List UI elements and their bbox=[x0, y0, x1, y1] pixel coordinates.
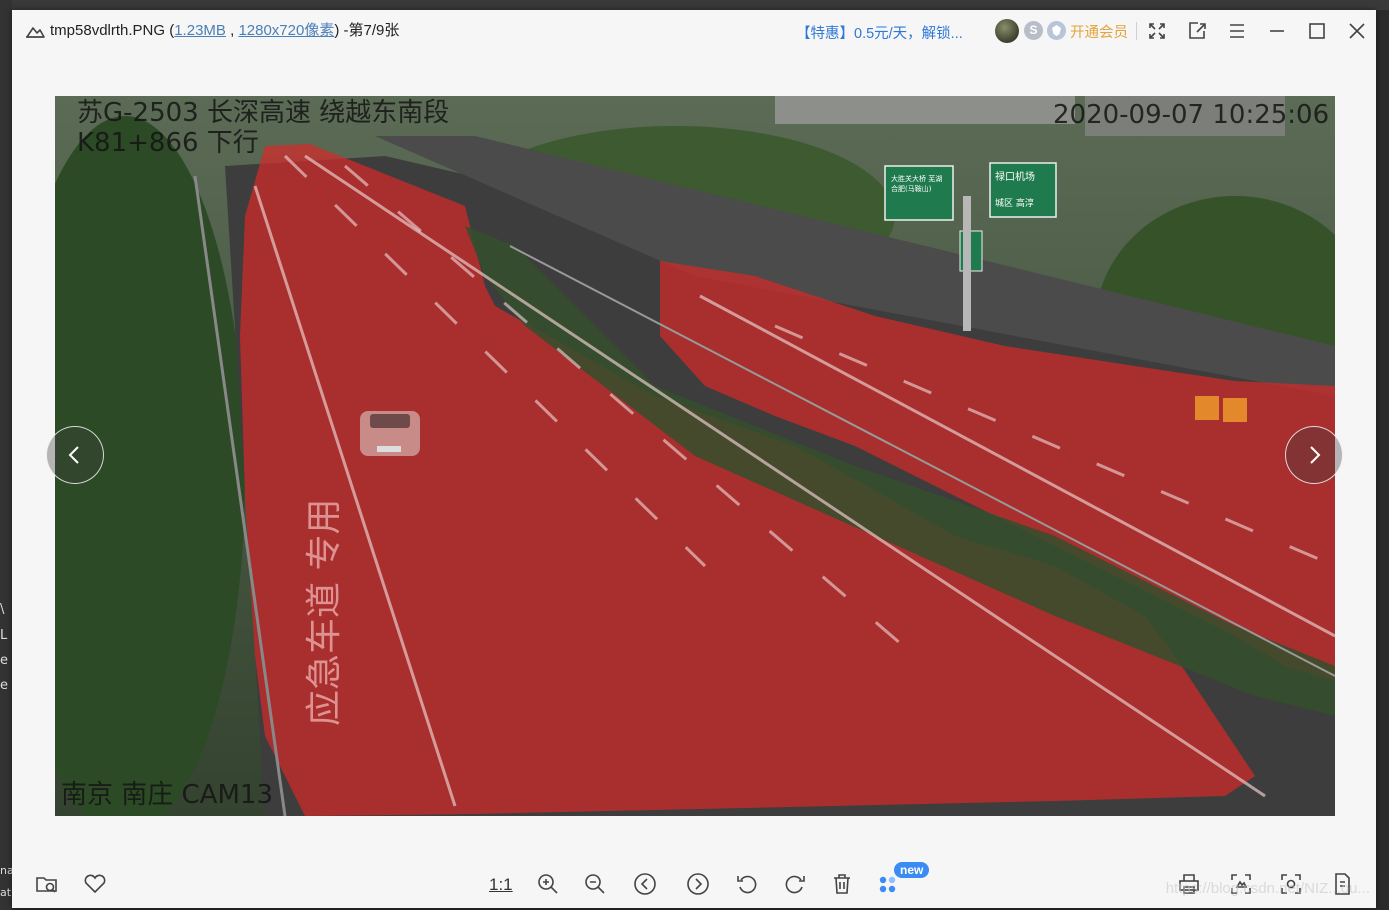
background-text: L bbox=[0, 628, 8, 643]
divider bbox=[1136, 22, 1137, 40]
avatar[interactable] bbox=[995, 19, 1019, 43]
background-text: \ bbox=[0, 602, 5, 617]
previous-icon[interactable] bbox=[631, 870, 659, 898]
window-title: tmp58vdlrth.PNG (1.23MB , 1280x720像素) -第… bbox=[50, 22, 400, 39]
bottom-toolbar: 1:1 new https://blog.csdn.net/NIZ...ou..… bbox=[12, 862, 1376, 908]
actual-size-button[interactable]: 1:1 bbox=[489, 875, 513, 895]
camera-milepost-label: K81+866 下行 bbox=[77, 128, 259, 158]
background-text: e bbox=[0, 653, 8, 668]
image-counter: -第7/9张 bbox=[343, 22, 400, 39]
open-vip-button[interactable]: 开通会员 bbox=[1070, 21, 1128, 42]
file-size-link[interactable]: 1.23MB bbox=[174, 22, 226, 39]
previous-image-arrow[interactable] bbox=[46, 426, 104, 484]
rotate-left-icon[interactable] bbox=[733, 870, 761, 898]
vip-shield-icon bbox=[1047, 21, 1066, 40]
fullscreen-icon[interactable] bbox=[1145, 19, 1169, 43]
camera-location-label: 苏G-2503 长深高速 绕越东南段 bbox=[77, 98, 450, 128]
road-marking-text: 应急车道 专用 bbox=[304, 498, 345, 726]
next-image-arrow[interactable] bbox=[1285, 426, 1343, 484]
image-viewer-window: tmp58vdlrth.PNG (1.23MB , 1280x720像素) -第… bbox=[12, 10, 1376, 908]
favorite-heart-icon[interactable] bbox=[81, 870, 109, 898]
svip-badge: S bbox=[1024, 21, 1043, 40]
close-icon[interactable] bbox=[1345, 19, 1369, 43]
cloud-icon bbox=[24, 21, 46, 41]
dimensions-link[interactable]: 1280x720像素 bbox=[238, 22, 334, 39]
minimize-icon[interactable] bbox=[1265, 19, 1289, 43]
promo-link[interactable]: 【特惠】0.5元/天，解锁... bbox=[796, 22, 963, 43]
camera-id-label: 南京 南庄 CAM13 bbox=[61, 780, 273, 810]
background-text: at bbox=[0, 886, 12, 899]
background-text: e bbox=[0, 678, 8, 693]
car bbox=[360, 411, 420, 456]
watermark: https://blog.csdn.net/NIZ...ou... bbox=[1165, 880, 1370, 897]
menu-icon[interactable] bbox=[1225, 19, 1249, 43]
open-folder-icon[interactable] bbox=[33, 870, 61, 898]
next-icon[interactable] bbox=[684, 870, 712, 898]
file-name: tmp58vdlrth.PNG bbox=[50, 22, 166, 39]
new-badge: new bbox=[894, 862, 930, 878]
image-canvas[interactable]: 苏G-2503 长深高速 绕越东南段 K81+866 下行 2020-09-07… bbox=[55, 96, 1335, 816]
segmentation-image bbox=[55, 96, 1335, 816]
background-app-topbar bbox=[12, 0, 1389, 10]
sign-right-line1: 禄口机场 bbox=[995, 172, 1035, 183]
open-with-icon[interactable] bbox=[1185, 19, 1209, 43]
title-bar: tmp58vdlrth.PNG (1.23MB , 1280x720像素) -第… bbox=[12, 10, 1376, 52]
maximize-icon[interactable] bbox=[1305, 19, 1329, 43]
delete-trash-icon[interactable] bbox=[828, 870, 856, 898]
sign-left-text: 大胜关大桥 芜湖 合肥(马鞍山) bbox=[891, 175, 943, 193]
camera-timestamp: 2020-09-07 10:25:06 bbox=[1053, 100, 1330, 130]
zoom-in-icon[interactable] bbox=[534, 870, 562, 898]
background-app: \ L e e na at bbox=[0, 0, 14, 910]
rotate-right-icon[interactable] bbox=[781, 870, 809, 898]
zoom-out-icon[interactable] bbox=[581, 870, 609, 898]
sign-right-line2: 城区 高淳 bbox=[995, 199, 1034, 209]
